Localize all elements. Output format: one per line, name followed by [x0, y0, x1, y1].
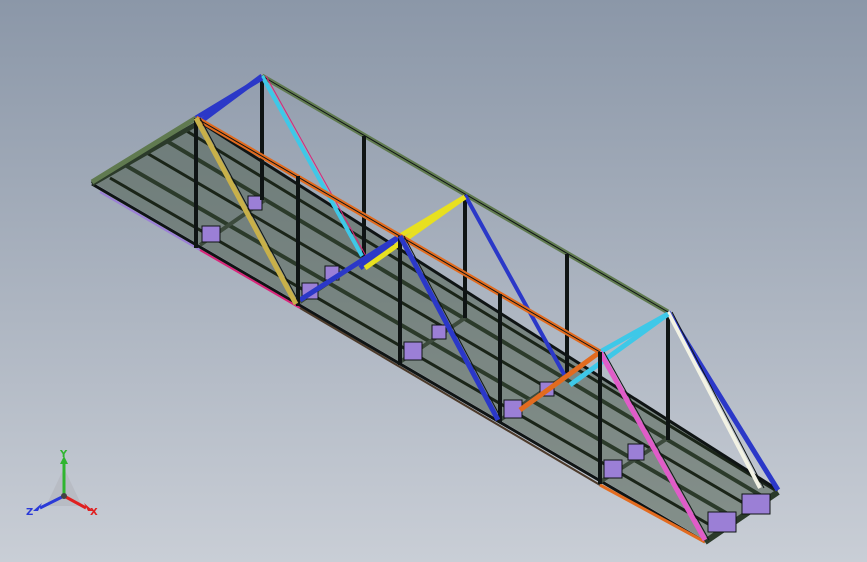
gusset-plate	[247, 195, 263, 211]
z-axis-label: Z	[26, 507, 33, 518]
gusset-plate	[403, 341, 423, 361]
y-axis-label: Y	[59, 449, 68, 460]
top-lateral	[568, 311, 670, 388]
triad-origin	[61, 493, 67, 499]
axis-triad: Y X Z	[26, 449, 98, 518]
gusset-plate	[603, 459, 623, 479]
bottom-chord-far	[199, 120, 779, 492]
gusset-plate	[431, 324, 447, 340]
x-axis-label: X	[90, 507, 98, 518]
gusset-plate	[627, 443, 645, 461]
truss-bridge-model[interactable]	[0, 0, 867, 562]
gusset-plate	[707, 511, 737, 533]
gusset-plate	[201, 225, 221, 243]
gusset-plate	[741, 493, 771, 515]
top-strut	[194, 75, 264, 121]
deck-stringer	[184, 128, 776, 492]
graphics-viewport[interactable]: Y X Z	[0, 0, 867, 562]
